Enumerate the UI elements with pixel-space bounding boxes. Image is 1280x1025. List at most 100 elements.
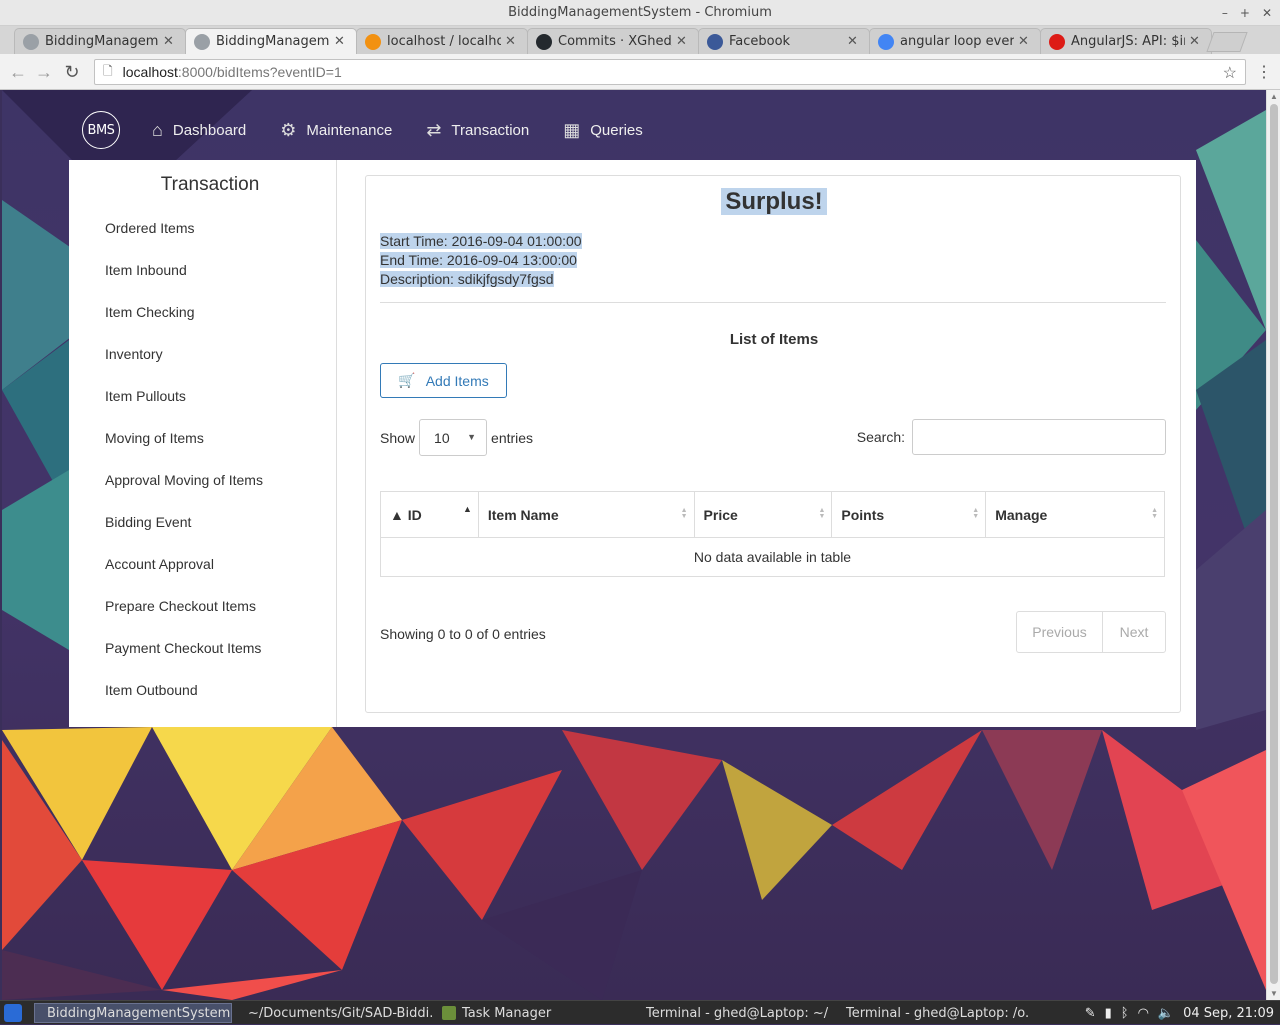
sidebar-item[interactable]: Inventory [105,346,163,362]
battery-icon[interactable]: ▮ [1105,1006,1112,1021]
nav-label: Maintenance [306,121,393,139]
nav-transaction[interactable]: ⇄ Transaction [426,120,529,141]
close-window-button[interactable]: ✕ [1262,0,1272,26]
browser-tab[interactable]: Commits · XGhed/S ✕ [527,28,699,54]
nav-queries[interactable]: ▦ Queries [563,120,643,141]
sidebar-item[interactable]: Payment Checkout Items [105,640,261,656]
scroll-down-icon[interactable]: ▼ [1270,989,1278,998]
column-label: Points [841,506,885,523]
taskbar-label: ~/Documents/Git/SAD-Biddi... [248,1005,432,1021]
browser-tab[interactable]: Facebook ✕ [698,28,870,54]
volume-icon[interactable]: 🔈 [1158,1006,1174,1021]
sidebar-item[interactable]: Item Checking [105,304,194,320]
column-header-item-name[interactable]: Item Name ▲ ▼ [478,491,695,538]
browser-tab[interactable]: localhost / localhost ✕ [356,28,528,54]
back-arrow-icon[interactable]: ← [6,60,30,84]
sidebar-item[interactable]: Item Inbound [105,262,187,278]
sort-icon: ▲ ▼ [972,507,980,520]
browser-tab[interactable]: BiddingManageme ✕ [14,28,186,54]
page-scrollbar[interactable]: ▲ ▼ [1266,90,1280,1000]
tab-label: localhost / localhost [387,34,501,49]
tab-close-icon[interactable]: ✕ [334,34,348,49]
nav-dashboard[interactable]: ⌂ Dashboard [152,120,246,141]
table-search: Search: [857,419,1166,455]
tab-close-icon[interactable]: ✕ [1018,34,1032,49]
wifi-icon[interactable]: ◠ [1138,1006,1149,1021]
sort-icon: ▲ ▼ [680,507,688,520]
browser-tab[interactable]: AngularJS: API: $int ✕ [1040,28,1212,54]
url-host: localhost [122,64,178,80]
taskbar-item[interactable]: Task Manager [436,1003,626,1023]
browser-tab[interactable]: BiddingManageme ✕ [185,28,357,54]
bms-logo[interactable]: BMS [82,111,120,149]
sidebar-item[interactable]: Moving of Items [105,430,204,446]
taskbar-item[interactable]: ~/Documents/Git/SAD-Biddi... [236,1003,432,1023]
taskbar-item[interactable]: Terminal - ghed@Laptop: ~/... [634,1003,828,1023]
sidebar-item[interactable]: Ordered Items [105,220,194,236]
tab-close-icon[interactable]: ✕ [505,34,519,49]
clock[interactable]: 04 Sep, 21:09 [1183,1006,1274,1021]
sidebar-item[interactable]: Item Pullouts [105,388,186,404]
event-description: Description: sdikjfgsdy7fgsd [380,271,554,287]
address-bar[interactable]: 🗋 localhost:8000/bidItems?eventID=1 ☆ [94,59,1246,85]
tab-close-icon[interactable]: ✕ [676,34,690,49]
browser-tab[interactable]: angular loop every ✕ [869,28,1041,54]
reload-icon[interactable]: ↻ [60,60,84,84]
search-input[interactable] [912,419,1166,455]
taskbar-item[interactable]: BiddingManagementSystem... [34,1003,232,1023]
column-header-manage[interactable]: Manage ▲ ▼ [985,491,1165,538]
tab-label: Facebook [729,34,791,49]
browser-menu-icon[interactable]: ⋮ [1256,62,1272,82]
entries-label: entries [491,429,534,446]
column-label: ID [407,506,422,523]
sidebar-item[interactable]: Approval Moving of Items [105,472,263,488]
column-header-price[interactable]: Price ▲ ▼ [694,491,833,538]
new-tab-button[interactable] [1206,32,1248,52]
page-viewport: BMS ⌂ Dashboard ⚙ Maintenance ⇄ Transaction… [2,90,1266,1000]
maximize-button[interactable]: + [1240,0,1250,26]
column-label: Manage [995,506,1048,523]
cart-icon: 🛒 [398,372,416,388]
page-length-select[interactable]: 10 ▼ [419,419,488,456]
page-length-value: 10 [434,429,450,446]
facebook-icon [707,33,723,50]
sidebar-item[interactable]: Bidding Event [105,514,191,530]
previous-page-button[interactable]: Previous [1017,612,1103,652]
scrollbar-thumb[interactable] [1270,104,1278,984]
tab-close-icon[interactable]: ✕ [847,34,861,49]
add-items-button[interactable]: 🛒 Add Items [380,363,507,398]
divider [380,302,1166,303]
column-label: Price [703,506,738,523]
start-menu-icon[interactable] [4,1004,22,1022]
browser-toolbar: ← → ↻ 🗋 localhost:8000/bidItems?eventID=… [0,54,1280,90]
tab-strip: BiddingManageme ✕ BiddingManageme ✕ localhos… [0,26,1280,54]
sort-icon: ▲ ▼ [1151,507,1158,520]
sidebar-item[interactable]: Prepare Checkout Items [105,598,256,614]
window-title: BiddingManagementSystem - Chromium [508,5,772,20]
forward-arrow-icon[interactable]: → [32,60,56,84]
scroll-up-icon[interactable]: ▲ [1270,92,1278,101]
gears-icon: ⚙ [280,119,297,140]
window-controls: – + ✕ [1222,0,1272,26]
taskbar-item[interactable]: Terminal - ghed@Laptop: /o... [834,1003,1028,1023]
phpmyadmin-icon [365,33,381,50]
tab-close-icon[interactable]: ✕ [163,34,177,49]
column-header-id[interactable]: ▲ ID ▲ [380,491,479,538]
tab-label: Commits · XGhed/S [558,34,672,49]
page-icon: 🗋 [103,63,113,78]
sidebar: Transaction Ordered Items Item Inbound Ite… [69,160,337,727]
event-title-row: Surplus! [366,188,1182,216]
next-page-button[interactable]: Next [1103,612,1165,652]
bluetooth-icon[interactable]: ᛒ [1121,1006,1129,1021]
tab-close-icon[interactable]: ✕ [1189,34,1203,49]
bookmark-star-icon[interactable]: ☆ [1223,63,1237,83]
window-titlebar: BiddingManagementSystem - Chromium – + ✕ [0,0,1280,26]
sidebar-item[interactable]: Account Approval [105,556,214,572]
column-header-points[interactable]: Points ▲ ▼ [831,491,987,538]
nav-label: Transaction [451,121,530,139]
sidebar-item[interactable]: Item Outbound [105,682,198,698]
minimize-button[interactable]: – [1222,0,1228,26]
notes-icon[interactable]: ✎ [1085,1006,1096,1021]
tab-label: BiddingManageme [45,34,159,49]
nav-maintenance[interactable]: ⚙ Maintenance [280,120,392,141]
